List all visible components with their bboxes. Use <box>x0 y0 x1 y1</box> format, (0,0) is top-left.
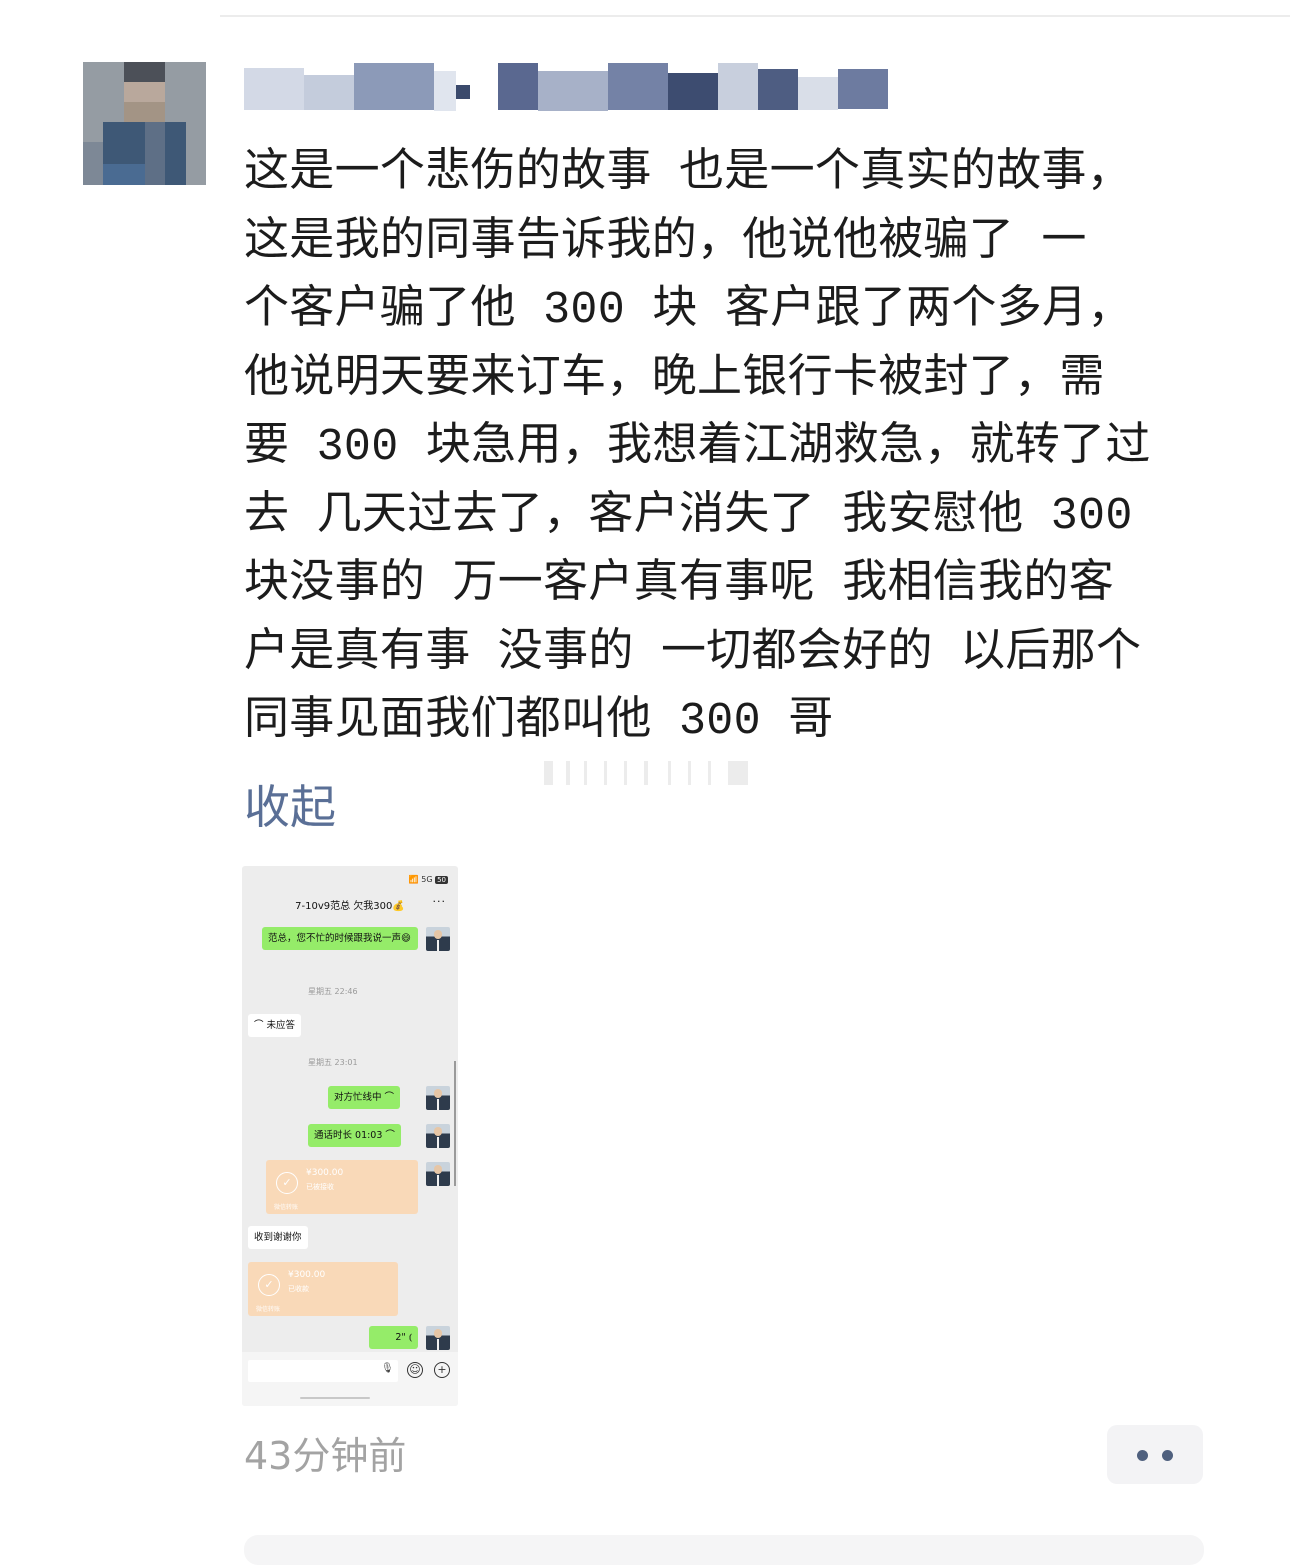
author-name-pixelated[interactable] <box>244 63 894 113</box>
chat-timestamp: 星期五 23:01 <box>308 1058 358 1067</box>
author-avatar[interactable] <box>83 62 206 185</box>
transfer-card: ✓ ¥300.00 已被接收 微信转账 <box>266 1160 418 1214</box>
avatar <box>426 1326 450 1350</box>
check-icon: ✓ <box>258 1274 280 1296</box>
top-divider <box>220 15 1290 17</box>
more-dots-icon <box>1162 1450 1173 1461</box>
chat-message: 收到谢谢你 <box>248 1226 308 1249</box>
avatar <box>426 1124 450 1148</box>
transfer-card: ✓ ¥300.00 已收款 微信转账 <box>248 1262 398 1316</box>
chat-timestamp: 星期五 22:46 <box>308 987 358 996</box>
scrollbar <box>454 1061 456 1186</box>
more-dots-icon <box>1137 1450 1148 1461</box>
chat-message: 范总，您不忙的时候跟我说一声😄 <box>262 927 418 950</box>
chat-input-bar: 🎙 ☺ + <box>242 1352 458 1406</box>
status-bar: 📶 5G 50 <box>408 875 448 884</box>
microphone-icon: 🎙 <box>381 1363 394 1374</box>
battery-icon: 50 <box>435 876 448 884</box>
chat-message: 对方忙线中 ⌒ <box>328 1086 401 1109</box>
watermark <box>544 758 754 788</box>
chat-message: 通话时长 01:03 ⌒ <box>308 1124 401 1147</box>
chat-title: 7-10v9范总 欠我300💰 <box>295 901 405 912</box>
plus-icon: + <box>434 1362 450 1378</box>
avatar <box>426 1086 450 1110</box>
chat-input-field <box>248 1360 398 1382</box>
more-icon: ··· <box>432 895 446 908</box>
check-icon: ✓ <box>276 1172 298 1194</box>
more-options-button[interactable] <box>1107 1425 1203 1484</box>
next-post-card <box>244 1535 1204 1565</box>
chat-message: ⌒ 未应答 <box>248 1014 302 1037</box>
post-body-text: 这是一个悲伤的故事 也是一个真实的故事， 这是我的同事告诉我的，他说他被骗了 一… <box>244 148 1151 747</box>
avatar <box>426 927 450 951</box>
home-indicator <box>300 1397 370 1399</box>
post-image-chat-screenshot[interactable]: 📶 5G 50 7-10v9范总 欠我300💰 ··· 范总，您不忙的时候跟我说… <box>242 866 458 1406</box>
post-time: 43分钟前 <box>244 1434 407 1478</box>
voice-message: 2" ⦅ <box>369 1326 418 1349</box>
emoji-icon: ☺ <box>407 1362 423 1378</box>
avatar <box>426 1162 450 1186</box>
collapse-link[interactable]: 收起 <box>244 777 336 837</box>
